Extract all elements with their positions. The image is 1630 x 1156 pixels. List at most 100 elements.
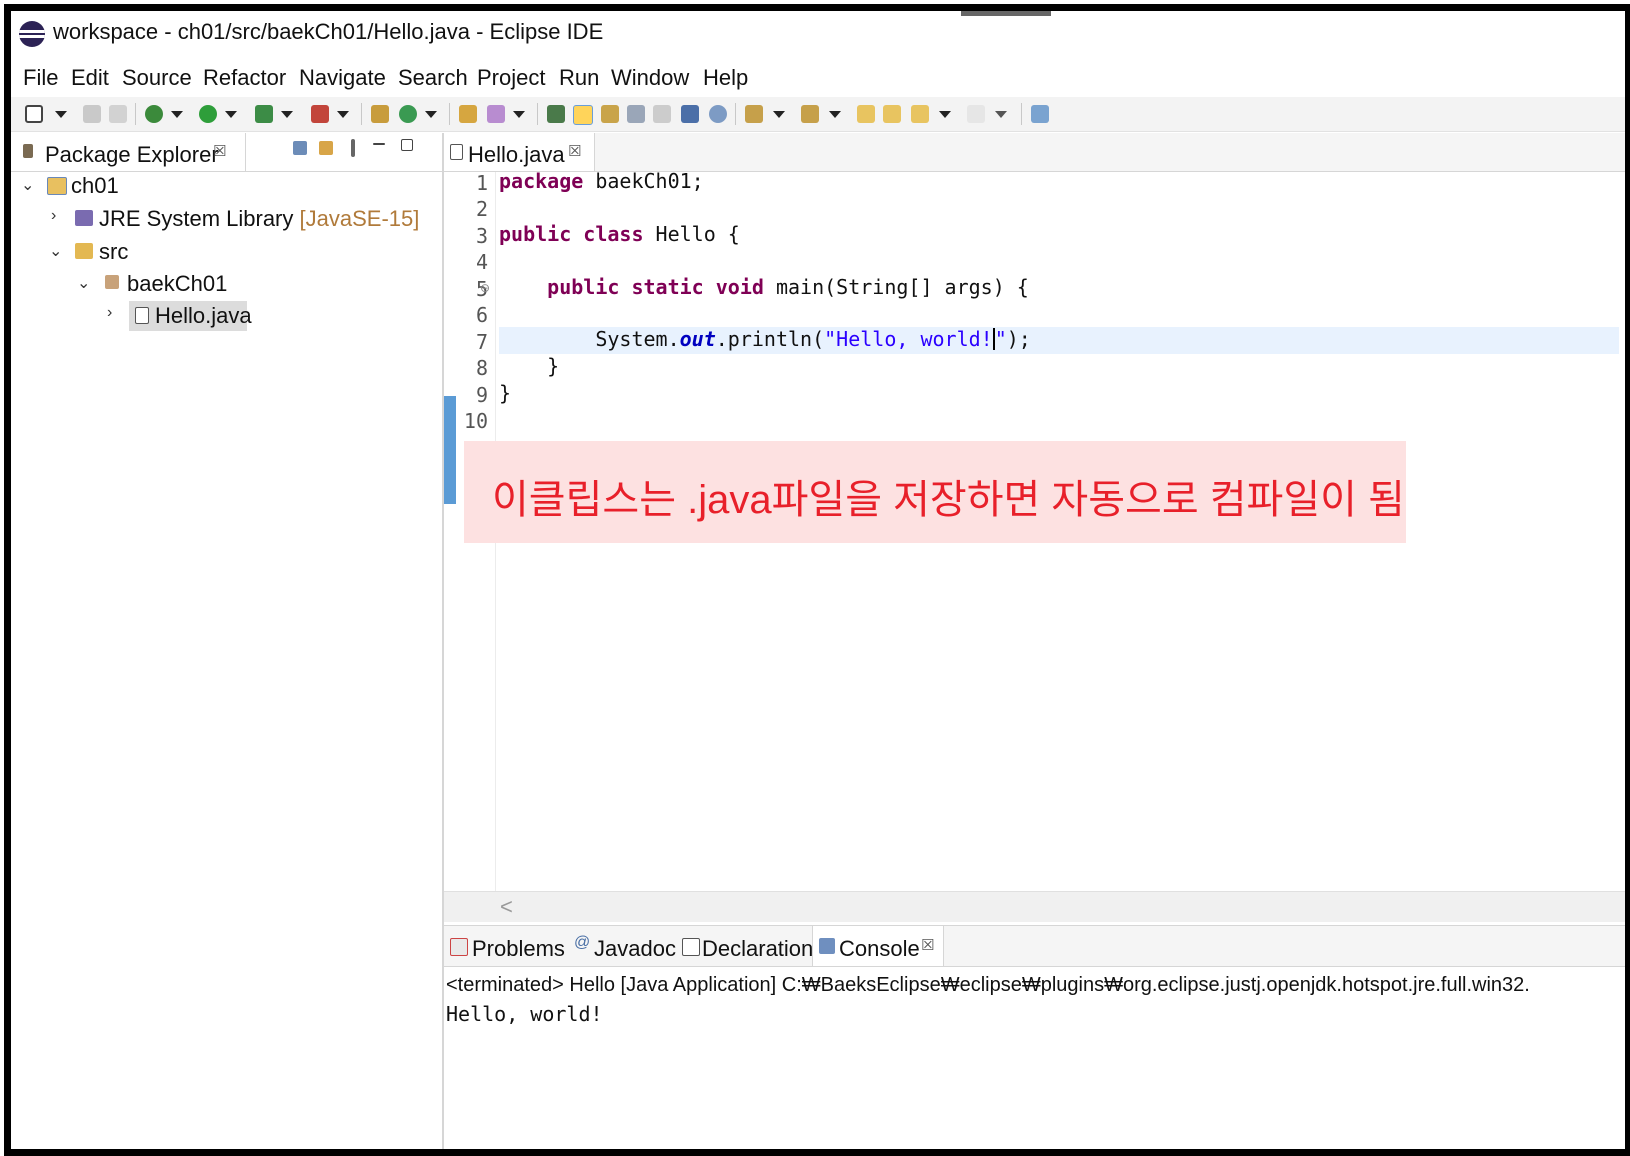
menu-project[interactable]: Project	[477, 65, 545, 91]
code-line[interactable]: }	[499, 354, 1619, 380]
chevron-right-icon[interactable]: ›	[51, 207, 56, 225]
previous-annotation-dropdown-icon[interactable]	[829, 111, 841, 118]
link-editor-icon[interactable]	[319, 141, 333, 155]
presentation-icon[interactable]	[681, 105, 699, 123]
minimize-icon[interactable]	[373, 143, 385, 145]
save-icon[interactable]	[83, 105, 101, 123]
open-task-dropdown-icon[interactable]	[513, 111, 525, 118]
toggle-breadcrumb-icon[interactable]	[547, 105, 565, 123]
quick-diff-bar	[444, 396, 456, 504]
close-icon[interactable]: ☒	[568, 142, 581, 160]
external-tools-dropdown-icon[interactable]	[337, 111, 349, 118]
code-line-current[interactable]: System.out.println("Hello, world! ");	[499, 327, 1619, 354]
jre-version-label: [JavaSE-15]	[299, 206, 420, 231]
new-icon[interactable]	[25, 105, 43, 123]
java-file-icon	[450, 144, 463, 160]
annotation-callout: 이클립스는 .java파일을 저장하면 자동으로 컴파일이 됨	[464, 441, 1406, 543]
menu-search[interactable]: Search	[398, 65, 468, 91]
run-dropdown-icon[interactable]	[225, 111, 237, 118]
tab-console-label: Console	[839, 936, 920, 961]
menu-source[interactable]: Source	[122, 65, 192, 91]
tree-label-src: src	[99, 239, 129, 264]
next-annotation-icon[interactable]	[745, 105, 763, 123]
tree-item-file[interactable]: › Hello.java	[11, 301, 442, 331]
forward-icon[interactable]	[967, 105, 985, 123]
tree-label-file: Hello.java	[155, 303, 252, 328]
code-line[interactable]: package baekCh01;	[499, 169, 1619, 195]
close-icon[interactable]: ☒	[213, 142, 226, 160]
tab-problems[interactable]: Problems	[444, 926, 565, 966]
new-class-icon[interactable]	[399, 105, 417, 123]
console-output[interactable]: Hello, world!	[446, 1002, 603, 1026]
save-all-icon[interactable]	[109, 105, 127, 123]
close-icon[interactable]: ☒	[921, 936, 934, 954]
code-line[interactable]: }	[499, 381, 1619, 407]
console-icon	[819, 938, 835, 954]
open-perspective-icon[interactable]	[1031, 105, 1049, 123]
back-icon[interactable]	[911, 105, 929, 123]
open-type-icon[interactable]	[459, 105, 477, 123]
menu-edit[interactable]: Edit	[71, 65, 109, 91]
previous-annotation-icon[interactable]	[801, 105, 819, 123]
project-folder-icon	[47, 177, 67, 195]
last-edit-icon[interactable]	[857, 105, 875, 123]
tab-console[interactable]: Console ☒	[812, 926, 944, 966]
fold-collapse-icon[interactable]: ⊖	[480, 281, 490, 295]
tree-item-jre[interactable]: › JRE System Library [JavaSE-15]	[11, 204, 442, 234]
collapse-all-icon[interactable]	[293, 141, 307, 155]
back-dropdown-icon[interactable]	[939, 111, 951, 118]
toolbar-separator	[449, 103, 450, 125]
tree-item-project[interactable]: ⌄ ch01	[11, 171, 442, 201]
search-icon[interactable]	[709, 105, 727, 123]
chevron-down-icon[interactable]: ⌄	[49, 241, 62, 261]
forward-dropdown-icon[interactable]	[995, 111, 1007, 118]
package-explorer-tab[interactable]: Package Explorer ☒	[13, 133, 246, 171]
new-package-icon[interactable]	[371, 105, 389, 123]
menu-run[interactable]: Run	[559, 65, 599, 91]
source-folder-icon	[75, 243, 93, 259]
horizontal-scrollbar[interactable]: <	[444, 891, 1625, 922]
new-dropdown-icon[interactable]	[55, 111, 67, 118]
run-icon[interactable]	[199, 105, 217, 123]
scroll-left-icon[interactable]: <	[500, 894, 513, 920]
tab-declaration[interactable]: Declaration	[678, 926, 813, 966]
maximize-icon[interactable]	[401, 139, 413, 151]
tab-javadoc[interactable]: @ Javadoc	[570, 926, 676, 966]
line-number: 8	[475, 356, 488, 380]
coverage-icon[interactable]	[255, 105, 273, 123]
view-menu-icon[interactable]	[351, 139, 355, 157]
external-tools-icon[interactable]	[311, 105, 329, 123]
word-wrap-icon[interactable]	[627, 105, 645, 123]
toolbar-separator	[537, 103, 538, 125]
new-class-dropdown-icon[interactable]	[425, 111, 437, 118]
open-task-icon[interactable]	[487, 105, 505, 123]
toolbar-separator	[361, 103, 362, 125]
chevron-down-icon[interactable]: ⌄	[77, 273, 90, 293]
debug-dropdown-icon[interactable]	[171, 111, 183, 118]
editor-tab-hello[interactable]: Hello.java ☒	[444, 133, 595, 171]
coverage-dropdown-icon[interactable]	[281, 111, 293, 118]
menu-navigate[interactable]: Navigate	[299, 65, 386, 91]
chevron-right-icon[interactable]: ›	[107, 304, 112, 322]
annotation-text: 이클립스는 .java파일을 저장하면 자동으로 컴파일이 됨	[492, 478, 1405, 522]
line-number: 3	[475, 224, 488, 248]
menu-window[interactable]: Window	[611, 65, 689, 91]
code-line[interactable]: public static void main(String[] args) {	[499, 275, 1619, 301]
show-whitespace-icon[interactable]	[653, 105, 671, 123]
chevron-down-icon[interactable]: ⌄	[21, 175, 34, 195]
tree-item-package[interactable]: ⌄ baekCh01	[11, 269, 442, 299]
menu-file[interactable]: File	[23, 65, 58, 91]
block-selection-icon[interactable]	[601, 105, 619, 123]
menu-refactor[interactable]: Refactor	[203, 65, 286, 91]
forward-edit-icon[interactable]	[883, 105, 901, 123]
menu-help[interactable]: Help	[703, 65, 748, 91]
mark-occurrences-icon[interactable]	[573, 105, 593, 125]
title-bar-edge	[961, 11, 1051, 16]
tree-item-src[interactable]: ⌄ src	[11, 237, 442, 267]
next-annotation-dropdown-icon[interactable]	[773, 111, 785, 118]
tab-problems-label: Problems	[472, 936, 565, 961]
editor-tab-label: Hello.java	[468, 142, 565, 167]
package-explorer-panel: Package Explorer ☒ ⌄ ch01 › JRE System L…	[11, 133, 444, 1149]
code-line[interactable]: public class Hello {	[499, 222, 1619, 248]
debug-icon[interactable]	[145, 105, 163, 123]
